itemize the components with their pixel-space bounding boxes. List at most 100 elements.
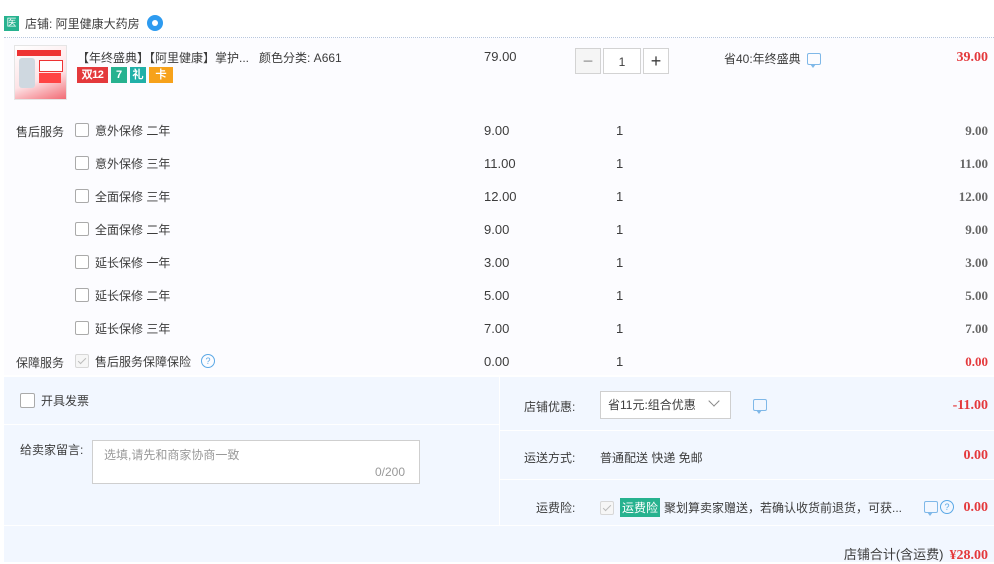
guarantee-total: 0.00: [965, 354, 988, 369]
service-name: 全面保修 二年: [95, 222, 171, 237]
after-sales-label: 售后服务: [16, 125, 65, 139]
invoice-option[interactable]: 开具发票: [20, 392, 89, 409]
insurance-label: 运费险:: [536, 501, 576, 515]
shop-name-link[interactable]: 店铺: 阿里健康大药房: [25, 15, 140, 32]
shipping-amount: 0.00: [963, 448, 989, 463]
service-option[interactable]: 意外保修 三年: [75, 154, 170, 172]
discount-label: 店铺优惠:: [524, 400, 576, 414]
service-total: 9.00: [965, 222, 988, 237]
service-option[interactable]: 延长保修 三年: [75, 319, 170, 337]
insurance-info: 运费险 聚划算卖家赠送，若确认收货前退货，可获...: [600, 498, 902, 517]
guarantee-checkbox: [75, 354, 89, 368]
product-title[interactable]: 【年终盛典】【阿里健康】掌护... 颜色分类: A661: [77, 49, 367, 66]
comment-icon[interactable]: [753, 399, 767, 414]
divider: [499, 377, 500, 525]
service-qty: 1: [616, 321, 624, 336]
service-checkbox[interactable]: [75, 255, 89, 269]
service-qty: 1: [616, 189, 624, 204]
service-qty: 1: [616, 288, 624, 303]
product-thumbnail[interactable]: [14, 45, 67, 100]
service-qty: 1: [616, 222, 624, 237]
promo-text: 省40:年终盛典: [724, 52, 801, 66]
service-checkbox[interactable]: [75, 321, 89, 335]
invoice-label: 开具发票: [41, 394, 90, 408]
guarantee-label: 保障服务: [16, 356, 65, 370]
service-name: 延长保修 二年: [95, 288, 171, 303]
insurance-checkbox: [600, 500, 614, 515]
double12-badge-icon: 双12: [77, 67, 108, 83]
promo-badges: 双12 7 礼 卡: [77, 67, 173, 83]
service-qty: 1: [616, 123, 624, 138]
service-price: 12.00: [484, 189, 517, 204]
service-checkbox[interactable]: [75, 189, 89, 203]
product-title-text[interactable]: 【年终盛典】【阿里健康】掌护...: [77, 51, 249, 65]
message-placeholder: 选填,请先和商家协商一致: [104, 448, 240, 462]
qty-minus-button[interactable]: −: [575, 48, 601, 74]
service-qty: 1: [616, 255, 624, 270]
insurance-icons: ?: [918, 500, 954, 516]
shop-total: 店铺合计(含运费) ¥28.00: [844, 544, 988, 564]
service-option[interactable]: 全面保修 二年: [75, 220, 170, 238]
comment-icon[interactable]: [924, 501, 938, 516]
insurance-tag: 运费险: [620, 498, 661, 517]
shop-header: 医 店铺: 阿里健康大药房: [4, 14, 163, 32]
divider: [4, 525, 994, 526]
qty-plus-button[interactable]: +: [643, 48, 669, 74]
pharmacy-icon: 医: [4, 15, 19, 31]
service-option[interactable]: 延长保修 一年: [75, 253, 170, 271]
service-total: 5.00: [965, 288, 988, 303]
shipping-label: 运送方式:: [524, 451, 576, 465]
service-checkbox[interactable]: [75, 123, 89, 137]
service-name: 延长保修 一年: [95, 255, 171, 270]
product-sku: 颜色分类: A661: [259, 51, 342, 65]
discount-amount: -11.00: [952, 398, 988, 413]
insurance-text: 聚划算卖家赠送，若确认收货前退货，可获...: [664, 501, 903, 515]
comment-icon[interactable]: [806, 52, 821, 68]
quantity-stepper: − 1 +: [575, 48, 669, 74]
service-price: 9.00: [484, 222, 510, 237]
service-name: 意外保修 三年: [95, 156, 171, 171]
gift-icon: 礼: [130, 67, 146, 83]
service-name: 全面保修 三年: [95, 189, 171, 204]
shipping-method: 普通配送 快递 免邮: [600, 451, 703, 465]
divider: [500, 479, 994, 480]
guarantee-name: 售后服务保障保险: [95, 354, 192, 369]
item-promo: 省40:年终盛典: [724, 50, 821, 68]
service-price: 11.00: [484, 156, 516, 171]
message-counter: 0/200: [375, 465, 406, 479]
divider: [500, 430, 994, 431]
guarantee-option: 售后服务保障保险 ?: [75, 352, 216, 370]
help-icon[interactable]: ?: [940, 500, 954, 514]
service-option[interactable]: 延长保修 二年: [75, 286, 170, 304]
service-checkbox[interactable]: [75, 156, 89, 170]
insurance-amount: 0.00: [963, 500, 989, 515]
service-total: 12.00: [958, 189, 988, 204]
divider: [4, 424, 499, 425]
service-price: 9.00: [484, 123, 510, 138]
shop-total-label: 店铺合计(含运费): [843, 547, 944, 562]
service-price: 7.00: [484, 321, 510, 336]
service-qty: 1: [616, 156, 624, 171]
guarantee-price: 0.00: [484, 354, 510, 369]
service-name: 意外保修 二年: [95, 123, 171, 138]
seven-day-return-icon: 7: [111, 67, 127, 83]
guarantee-qty: 1: [616, 354, 624, 369]
service-total: 9.00: [965, 123, 988, 138]
service-total: 7.00: [965, 321, 988, 336]
help-icon[interactable]: ?: [201, 354, 216, 368]
qty-input[interactable]: 1: [603, 48, 641, 74]
service-price: 5.00: [484, 288, 510, 303]
service-checkbox[interactable]: [75, 222, 89, 236]
service-option[interactable]: 意外保修 二年: [75, 121, 170, 139]
card-payment-icon: 卡: [149, 67, 173, 83]
service-total: 3.00: [965, 255, 988, 270]
service-total: 11.00: [959, 156, 988, 171]
service-name: 延长保修 三年: [95, 321, 171, 336]
item-subtotal: 39.00: [956, 50, 989, 65]
service-option[interactable]: 全面保修 三年: [75, 187, 170, 205]
service-checkbox[interactable]: [75, 288, 89, 302]
unit-price: 79.00: [484, 49, 517, 64]
wangwang-chat-icon[interactable]: [146, 15, 163, 31]
invoice-checkbox[interactable]: [20, 393, 35, 408]
service-price: 3.00: [484, 255, 510, 270]
